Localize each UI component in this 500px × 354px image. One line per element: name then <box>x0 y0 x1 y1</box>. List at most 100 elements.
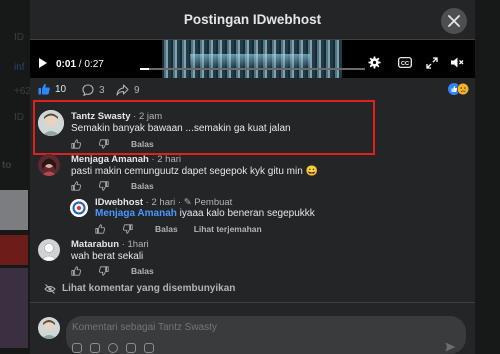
comment-author-name[interactable]: IDwebhost <box>95 197 143 208</box>
like-stat[interactable]: 10 <box>38 83 66 95</box>
avatar-image <box>38 154 60 176</box>
comment-author[interactable]: Tantz Swasty · 2 jam <box>71 111 162 122</box>
video-frame-glow <box>190 54 310 68</box>
comment-author-name[interactable]: Menjaga Amanah <box>71 154 149 165</box>
comment-time-value: 2 hari <box>157 154 181 165</box>
comment-author-name[interactable]: Tantz Swasty <box>71 111 130 122</box>
comment-text: Menjaga Amanah iyaaa kalo beneran segepu… <box>95 208 315 219</box>
share-arrow-icon <box>116 84 129 96</box>
comment-time[interactable]: · 1hari <box>122 239 149 250</box>
dislike-thumb-icon[interactable] <box>99 266 109 276</box>
video-progress-bar[interactable] <box>140 68 365 70</box>
idwebhost-logo-icon <box>70 199 88 217</box>
share-stat[interactable]: 9 <box>116 84 140 96</box>
comment-text-body: pasti makin cemunguutz dapet segepok kyk… <box>71 166 303 177</box>
avatar-image <box>38 239 60 261</box>
like-thumb-icon[interactable] <box>95 224 105 234</box>
grin-emoji: 😀 <box>305 166 319 177</box>
comment-text-body: iyaaa kalo beneran segepukkk <box>179 208 315 219</box>
author-badge: · ✎ Pembuat <box>177 197 233 208</box>
composer-toolbar <box>72 343 154 353</box>
reaction-summary[interactable] <box>448 83 469 95</box>
comment-stat[interactable]: 3 <box>82 84 105 96</box>
avatar[interactable] <box>38 110 64 136</box>
reply-button[interactable]: Balas <box>131 266 154 276</box>
avatar[interactable] <box>38 239 60 261</box>
like-thumb-icon[interactable] <box>71 139 81 149</box>
mention-link[interactable]: Menjaga Amanah <box>95 208 177 219</box>
like-count: 10 <box>55 83 67 95</box>
mute-icon[interactable] <box>450 56 464 69</box>
comment-author[interactable]: Menjaga Amanah · 2 hari <box>71 154 181 165</box>
comment-actions: Balas <box>71 181 154 191</box>
avatar-sticker-icon[interactable] <box>90 343 100 353</box>
comment-text: Semakin banyak bawaan ...semakin ga kuat… <box>71 123 291 134</box>
video-player[interactable]: 0:01 / 0:27 CC <box>30 40 475 78</box>
comment-time[interactable]: · 2 jam <box>133 111 162 122</box>
comment-text: pasti makin cemunguutz dapet segepok kyk… <box>71 166 318 177</box>
camera-icon[interactable] <box>126 343 136 353</box>
post-modal: Postingan IDwebhost 0:01 / 0:27 CC 10 3 … <box>30 0 475 354</box>
comment-actions: Balas <box>71 266 154 276</box>
share-count: 9 <box>134 84 140 96</box>
avatar-image <box>38 317 60 339</box>
avatar[interactable] <box>38 154 60 176</box>
comment-actions: Balas Lihat terjemahan <box>95 224 262 234</box>
comment-text: wah berat sekali <box>71 251 144 262</box>
like-thumb-icon[interactable] <box>71 266 81 276</box>
settings-gear-icon[interactable] <box>368 56 381 69</box>
video-progress-fill <box>140 68 149 70</box>
composer-avatar <box>38 317 60 339</box>
dislike-thumb-icon[interactable] <box>123 224 133 234</box>
video-current-time: 0:01 <box>56 59 77 70</box>
comment-actions: Balas <box>71 139 154 149</box>
dislike-thumb-icon[interactable] <box>99 139 109 149</box>
modal-title: Postingan IDwebhost <box>183 12 322 27</box>
captions-icon[interactable]: CC <box>398 57 412 68</box>
comment-time-value: 2 jam <box>138 111 163 122</box>
sticker-icon[interactable] <box>72 343 82 353</box>
reaction-stats: 10 3 9 <box>30 78 475 102</box>
reply-button[interactable]: Balas <box>131 181 154 191</box>
reply-button[interactable]: Balas <box>155 224 178 234</box>
comment-time-value: 2 hari <box>151 197 176 208</box>
comment-item: Menjaga Amanah · 2 hari pasti makin cemu… <box>30 152 475 196</box>
send-icon[interactable] <box>445 342 456 352</box>
avatar[interactable] <box>70 199 88 217</box>
view-hidden-comments-label: Lihat komentar yang disembunyikan <box>62 283 236 294</box>
avatar-image <box>38 110 64 136</box>
video-duration: 0:27 <box>84 59 104 70</box>
like-thumb-icon <box>38 83 50 95</box>
sad-reaction-icon <box>457 83 469 95</box>
like-thumb-icon[interactable] <box>71 181 81 191</box>
reply-button[interactable]: Balas <box>131 139 154 149</box>
reply-item: IDwebhost · 2 hari · ✎ Pembuat Menjaga A… <box>30 196 475 238</box>
dislike-thumb-icon[interactable] <box>99 181 109 191</box>
play-icon[interactable] <box>38 57 48 69</box>
comment-item: Tantz Swasty · 2 jam Semakin banyak bawa… <box>30 106 475 154</box>
view-hidden-comments-link[interactable]: Lihat komentar yang disembunyikan <box>44 283 235 294</box>
see-translation-button[interactable]: Lihat terjemahan <box>194 224 262 234</box>
comment-time-value: 1hari <box>127 239 149 250</box>
modal-header: Postingan IDwebhost <box>30 0 475 40</box>
composer-divider <box>30 302 475 303</box>
comment-input[interactable] <box>72 322 432 333</box>
comment-time[interactable]: · 2 hari <box>146 197 176 208</box>
close-button[interactable] <box>441 8 467 34</box>
close-icon <box>448 15 460 27</box>
comment-author[interactable]: IDwebhost · 2 hari · ✎ Pembuat <box>95 197 232 208</box>
comment-author-name[interactable]: Matarabun <box>71 239 119 250</box>
comment-count: 3 <box>99 84 105 96</box>
svg-text:CC: CC <box>401 61 409 67</box>
gif-icon[interactable] <box>144 343 154 353</box>
comment-author[interactable]: Matarabun · 1hari <box>71 239 149 250</box>
comment-time[interactable]: · 2 hari <box>151 154 181 165</box>
comment-item: Matarabun · 1hari wah berat sekali Balas <box>30 236 475 280</box>
fullscreen-icon[interactable] <box>426 57 438 69</box>
eye-slash-icon <box>44 283 56 294</box>
emoji-icon[interactable] <box>108 343 118 353</box>
author-badge-label: Pembuat <box>194 197 233 208</box>
video-time-display: 0:01 / 0:27 <box>56 59 104 70</box>
comment-composer[interactable] <box>66 316 466 354</box>
comment-bubble-icon <box>82 84 94 96</box>
